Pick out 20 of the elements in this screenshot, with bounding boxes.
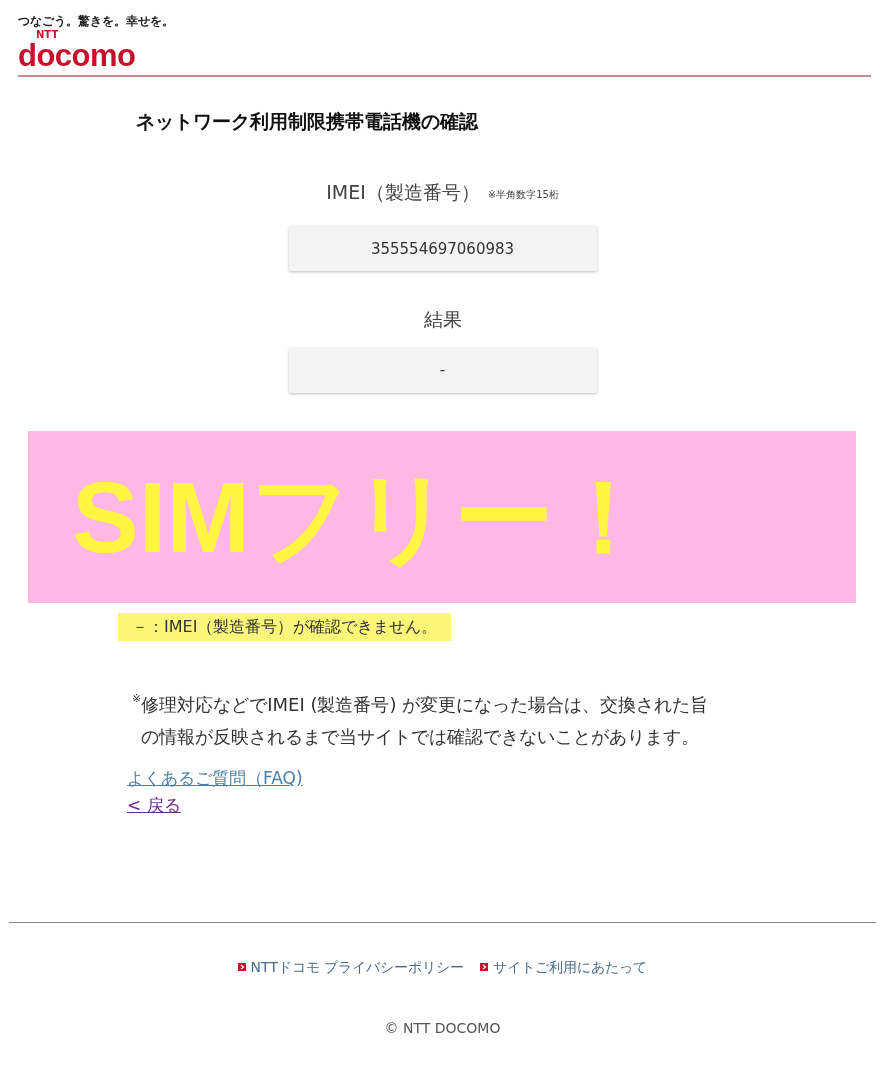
text-link[interactable]: < 戻る <box>127 791 181 818</box>
tagline: つなごう。驚きを。幸せを。 <box>18 13 175 30</box>
arrow-square-icon <box>480 963 489 972</box>
result-field[interactable]: - <box>288 347 597 393</box>
field-hint: ※半角数字15桁 <box>487 188 559 202</box>
imei-field[interactable]: 355554697060983 <box>288 226 597 271</box>
copyright: © NTT DOCOMO <box>383 1018 502 1038</box>
status-legend: －：IMEI（製造番号）が確認できません。 <box>118 612 452 641</box>
logo-subtext: NTT <box>36 30 59 40</box>
overlay-text: SIMフリー！ <box>72 466 654 567</box>
footer-link[interactable]: NTTドコモ プライバシーポリシー <box>250 956 465 978</box>
field-label: 結果 <box>423 307 462 332</box>
note-mark: ※ <box>132 690 142 705</box>
page-title: ネットワーク利用制限携帯電話機の確認 <box>136 109 480 134</box>
footer-link[interactable]: サイトご利用にあたって <box>493 956 648 978</box>
note-text: 修理対応などでIMEI (製造番号) が変更になった場合は、交換された旨の情報が反映されるまで当サイトでは確認できないことがあります。 <box>141 692 710 749</box>
field-label: IMEI（製造番号） <box>326 179 480 205</box>
arrow-square-icon <box>237 963 246 972</box>
text-link[interactable]: よくあるご質問（FAQ) <box>127 765 303 792</box>
logo[interactable]: docomo <box>18 40 136 71</box>
